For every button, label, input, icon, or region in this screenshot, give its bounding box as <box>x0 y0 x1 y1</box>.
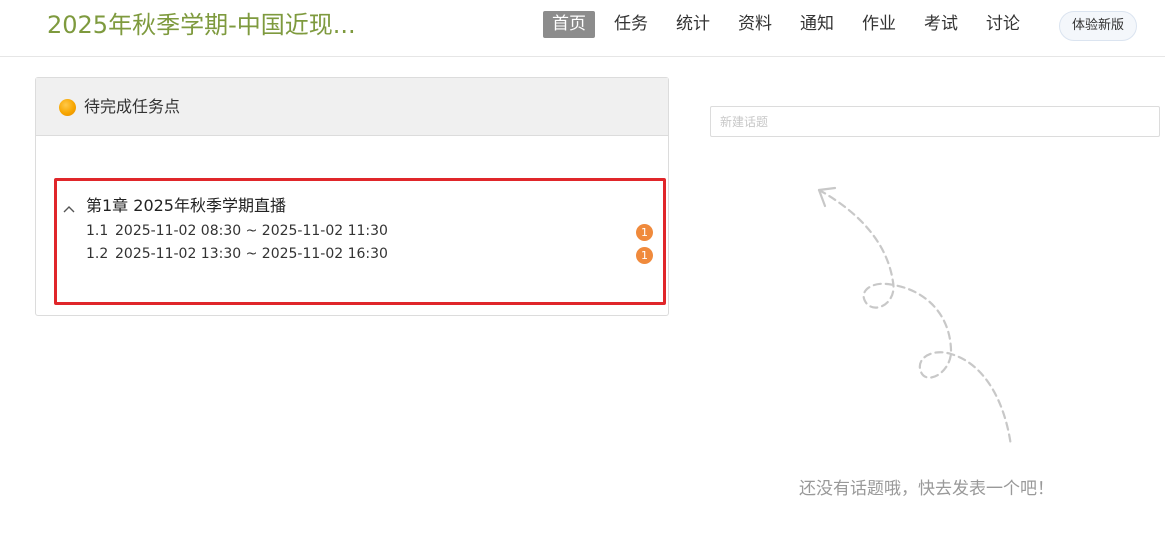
pending-tasks-panel: 待完成任务点 第1章 2025年秋季学期直播 1.1 2025-11-02 08:… <box>35 77 669 316</box>
nav-item-notices[interactable]: 通知 <box>791 11 843 38</box>
course-title[interactable]: 2025年秋季学期-中国近现... <box>47 10 356 40</box>
lesson-label: 2025-11-02 13:30 ~ 2025-11-02 16:30 <box>115 246 388 262</box>
nav-item-exams[interactable]: 考试 <box>915 11 967 38</box>
orange-dot-icon <box>59 99 76 116</box>
lesson-label: 2025-11-02 08:30 ~ 2025-11-02 11:30 <box>115 223 388 239</box>
pending-tasks-header: 待完成任务点 <box>36 78 668 136</box>
pending-tasks-title: 待完成任务点 <box>84 97 181 116</box>
try-new-version-button[interactable]: 体验新版 <box>1059 11 1137 41</box>
dashed-arrow-illustration <box>817 186 1013 448</box>
nav-item-discussion[interactable]: 讨论 <box>977 11 1029 38</box>
lesson-item[interactable]: 1.1 2025-11-02 08:30 ~ 2025-11-02 11:30 <box>86 222 388 240</box>
new-topic-input[interactable] <box>710 106 1160 137</box>
empty-topics-message: 还没有话题哦，快去发表一个吧！ <box>799 479 1054 499</box>
task-count-badge: 1 <box>636 247 653 264</box>
nav-item-resources[interactable]: 资料 <box>729 11 781 38</box>
nav-item-stats[interactable]: 统计 <box>667 11 719 38</box>
chevron-up-icon[interactable] <box>62 202 76 216</box>
top-bar: 2025年秋季学期-中国近现... 首页 任务 统计 资料 通知 作业 考试 讨… <box>0 0 1165 57</box>
lesson-number: 1.2 <box>86 246 109 262</box>
nav-item-home[interactable]: 首页 <box>543 11 595 38</box>
nav-item-tasks[interactable]: 任务 <box>605 11 657 38</box>
chapter-title[interactable]: 第1章 2025年秋季学期直播 <box>86 196 286 216</box>
task-count-badge: 1 <box>636 224 653 241</box>
nav-item-homework[interactable]: 作业 <box>853 11 905 38</box>
lesson-number: 1.1 <box>86 223 109 239</box>
lesson-item[interactable]: 1.2 2025-11-02 13:30 ~ 2025-11-02 16:30 <box>86 245 388 263</box>
